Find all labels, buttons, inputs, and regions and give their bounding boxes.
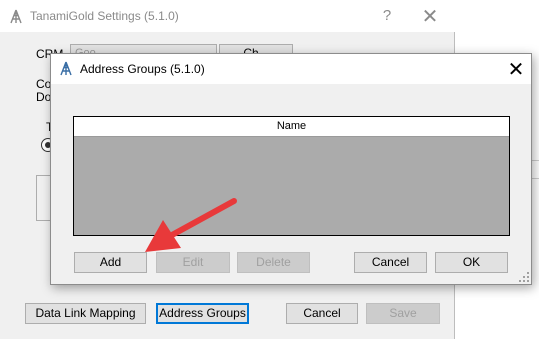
annotation-arrow-icon	[145, 198, 237, 252]
